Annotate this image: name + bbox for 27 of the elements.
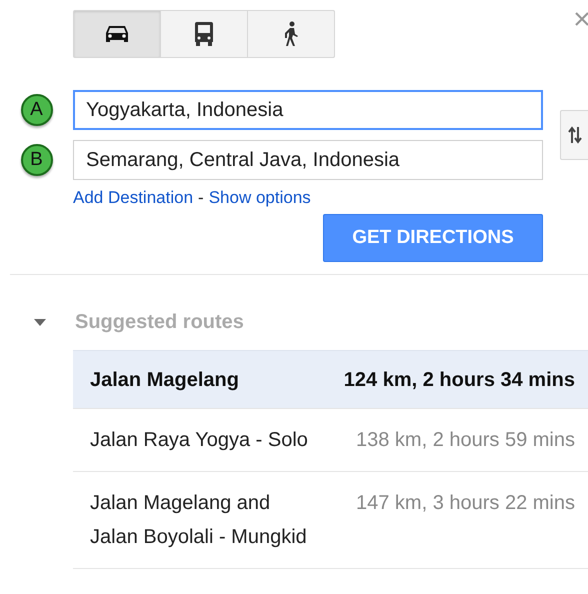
section-title: Suggested routes xyxy=(75,310,244,334)
route-name: Jalan Magelang xyxy=(90,368,240,393)
route-row[interactable]: Jalan Raya Yogya - Solo 138 km, 2 hours 59 mins xyxy=(73,409,588,472)
collapse-triangle-icon[interactable] xyxy=(34,318,46,326)
route-row[interactable]: Jalan Magelang and Jalan Boyolali - Mungkid 147 km, 3 hours 22 mins xyxy=(73,472,588,569)
bus-mode-tab[interactable] xyxy=(160,10,248,58)
route-name: Jalan Raya Yogya - Solo xyxy=(90,428,309,453)
route-summary: 138 km, 2 hours 59 mins xyxy=(355,428,575,453)
walk-mode-tab[interactable] xyxy=(247,10,335,58)
swap-icon xyxy=(568,126,582,144)
route-row[interactable]: Jalan Magelang 124 km, 2 hours 34 mins xyxy=(73,350,588,409)
bus-icon xyxy=(194,21,214,47)
close-icon[interactable] xyxy=(575,12,588,26)
location-field[interactable]: Semarang, Central Java, Indonesia xyxy=(73,140,543,180)
route-summary: 147 km, 3 hours 22 mins xyxy=(355,491,575,516)
show-options-link[interactable]: Show options xyxy=(208,188,311,208)
swap-button[interactable] xyxy=(560,110,588,160)
route-summary: 124 km, 2 hours 34 mins xyxy=(342,368,575,393)
car-icon xyxy=(104,24,130,44)
route-name: Jalan Magelang and Jalan Boyolali - Mungkid xyxy=(90,491,308,550)
waypoint-marker: B xyxy=(20,144,52,176)
waypoint-marker: A xyxy=(20,94,52,126)
location-field[interactable]: Yogyakarta, Indonesia xyxy=(73,90,543,130)
car-mode-tab[interactable] xyxy=(73,10,161,58)
add-destination-link[interactable]: Add Destination xyxy=(73,188,194,208)
walking-person-icon xyxy=(282,21,300,47)
link-separator: - xyxy=(198,188,204,208)
